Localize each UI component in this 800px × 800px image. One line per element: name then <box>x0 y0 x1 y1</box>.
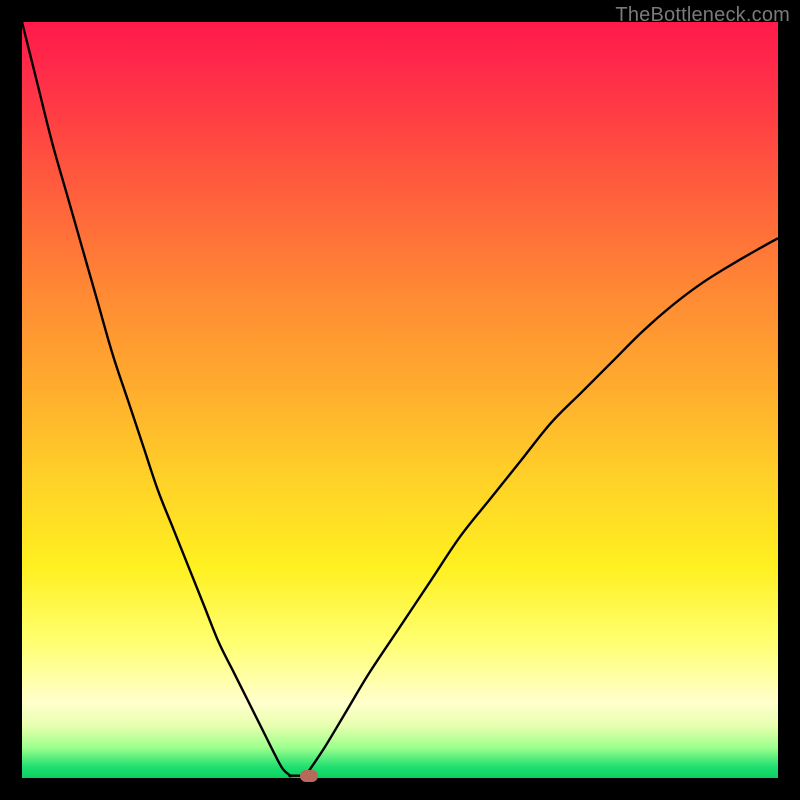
minimum-marker <box>300 770 318 782</box>
chart-frame: TheBottleneck.com <box>0 0 800 800</box>
curve-svg <box>22 22 778 778</box>
bottleneck-curve <box>22 22 778 778</box>
plot-area <box>22 22 778 778</box>
